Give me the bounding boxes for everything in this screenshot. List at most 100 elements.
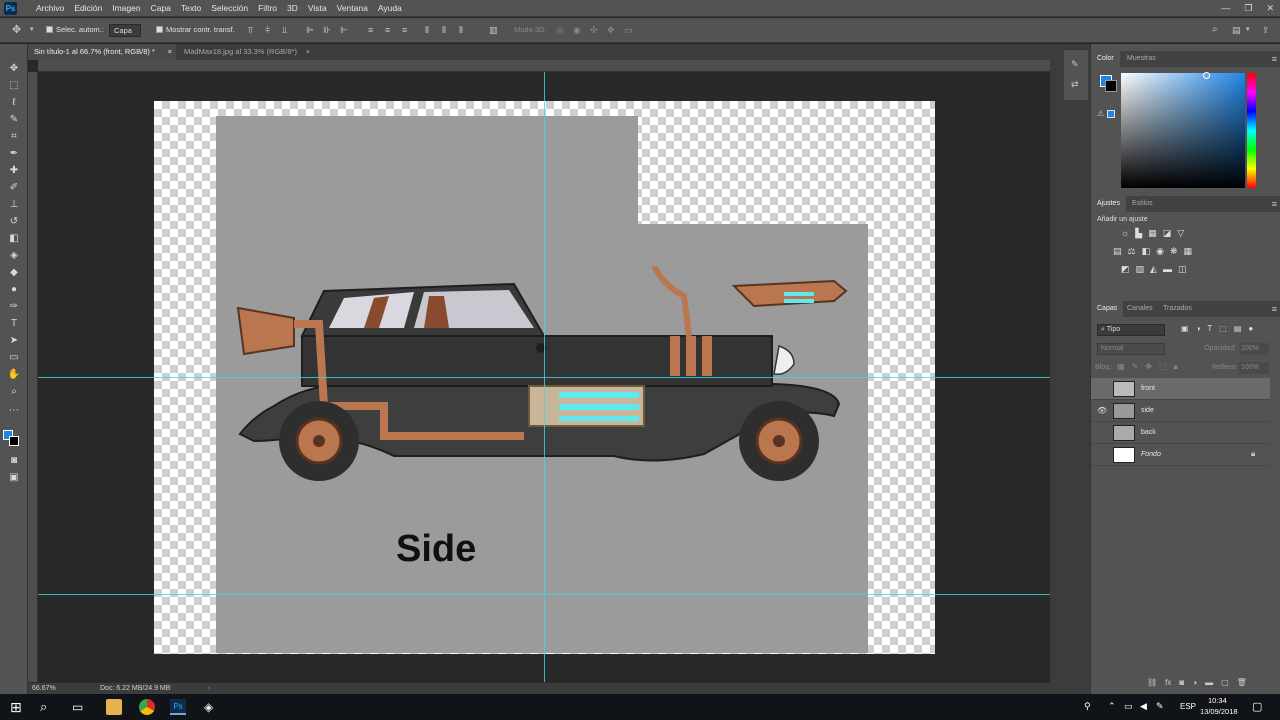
menu-filtro[interactable]: Filtro [253,0,282,17]
tab-ajustes[interactable]: Ajustes [1091,196,1126,212]
file-explorer-icon[interactable] [106,699,122,715]
curves-icon[interactable]: ▦ [1148,228,1157,239]
gradient-map-icon[interactable]: ▬ [1163,264,1172,275]
shape-tool-icon[interactable]: ▭ [7,351,21,365]
invert-icon[interactable]: ◩ [1121,264,1130,275]
volume-icon[interactable]: ◀ [1140,701,1147,712]
tab-estilos[interactable]: Estilos [1126,196,1159,212]
language-indicator[interactable]: ESP [1180,702,1196,711]
new-layer-icon[interactable]: ▢ [1221,678,1229,687]
blend-mode-dropdown[interactable]: Normal [1097,343,1165,355]
menu-seleccion[interactable]: Selección [206,0,253,17]
distribute-top-icon[interactable]: ≡ [368,24,373,36]
menu-edicion[interactable]: Edición [69,0,107,17]
lock-position-icon[interactable]: ✥ [1145,362,1152,372]
background-color-swatch[interactable] [1105,80,1117,92]
selective-color-icon[interactable]: ◫ [1178,264,1187,275]
menu-vista[interactable]: Vista [303,0,332,17]
paint-bucket-tool-icon[interactable]: ◈ [7,249,21,263]
opacity-field[interactable]: 100% [1239,343,1269,355]
dodge-tool-icon[interactable]: ● [7,283,21,297]
panel-menu-icon[interactable]: ≡ [1272,303,1277,315]
color-lookup-icon[interactable]: ▦ [1184,246,1193,257]
align-left-icon[interactable]: ⊫ [306,24,314,36]
filter-toggle-icon[interactable]: ● [1248,324,1253,333]
horizontal-guide[interactable] [38,594,1050,595]
mask-icon[interactable]: ◙ [1179,678,1184,687]
adjustment-filter-icon[interactable]: ◑ [1196,324,1201,333]
fx-icon[interactable]: fx [1165,678,1171,687]
levels-icon[interactable]: ▙ [1135,228,1142,239]
healing-tool-icon[interactable]: ✚ [7,164,21,178]
background-color-swatch[interactable] [9,436,19,446]
type-tool-icon[interactable]: T [7,317,21,331]
brightness-icon[interactable]: ☼ [1121,228,1129,239]
3d-pan-icon[interactable]: ✣ [590,24,598,36]
exposure-icon[interactable]: ◪ [1163,228,1172,239]
menu-imagen[interactable]: Imagen [107,0,145,17]
minimize-button[interactable]: — [1221,0,1230,17]
quick-select-tool-icon[interactable]: ✎ [7,113,21,127]
align-hcenter-icon[interactable]: ⊪ [323,24,331,36]
shape-filter-icon[interactable]: ⬚ [1219,324,1227,333]
app-taskbar-icon[interactable]: ◈ [204,699,220,715]
pixel-filter-icon[interactable]: ▣ [1181,324,1189,333]
close-icon[interactable]: × [306,44,310,60]
distribute-left-icon[interactable]: ⦀ [425,24,429,36]
tab-madmax18[interactable]: MadMax18.jpg al 33.3% (RGB/8*) × [178,44,314,60]
zoom-tool-icon[interactable]: ⌕ [7,385,21,399]
marquee-tool-icon[interactable]: ⬚ [7,79,21,93]
layer-filter-dropdown[interactable]: ⌕ Tipo [1097,324,1165,336]
pen-icon[interactable]: ✎ [1156,701,1164,712]
tray-chevron-icon[interactable]: ⌃ [1108,701,1116,712]
eraser-tool-icon[interactable]: ◧ [7,232,21,246]
share-icon[interactable]: ⇪ [1262,24,1270,36]
workspace-icon[interactable]: ▤ [1232,24,1241,36]
channel-mixer-icon[interactable]: ❋ [1170,246,1178,257]
close-icon[interactable]: × [168,44,172,60]
history-brush-tool-icon[interactable]: ↺ [7,215,21,229]
tab-canales[interactable]: Canales [1121,301,1159,317]
threshold-icon[interactable]: ◭ [1150,264,1157,275]
visibility-toggle[interactable] [1097,428,1106,437]
auto-align-icon[interactable]: ▥ [489,24,498,36]
restore-button[interactable]: ❐ [1244,0,1252,17]
panel-menu-icon[interactable]: ≡ [1272,198,1277,210]
lock-pixels-icon[interactable]: ✎ [1132,362,1139,372]
menu-capa[interactable]: Capa [146,0,176,17]
distribute-right-icon[interactable]: ⦀ [459,24,463,36]
eyedropper-tool-icon[interactable]: ✒ [7,147,21,161]
brush-tool-icon[interactable]: ✐ [7,181,21,195]
task-view-icon[interactable]: ▭ [72,699,88,715]
menu-ventana[interactable]: Ventana [332,0,373,17]
smart-object-filter-icon[interactable]: ▤ [1234,324,1242,333]
clock-date[interactable]: 13/09/2018 [1200,707,1238,716]
path-select-tool-icon[interactable]: ➤ [7,334,21,348]
chevron-down-icon[interactable]: ▾ [30,24,34,36]
color-picker-field[interactable] [1121,73,1245,188]
close-button[interactable]: ✕ [1266,0,1274,17]
show-transform-checkbox[interactable]: Mostrar contr. transf. [156,24,235,36]
layer-row-side[interactable]: 👁︎ side [1091,400,1270,422]
screen-mode-icon[interactable]: ▣ [7,471,21,485]
tab-capas[interactable]: Capas [1091,301,1124,317]
color-balance-icon[interactable]: ⚖ [1128,246,1136,257]
menu-texto[interactable]: Texto [176,0,206,17]
lock-transparent-icon[interactable]: ▦ [1117,362,1125,372]
hue-saturation-icon[interactable]: ▤ [1113,246,1122,257]
color-picker-cursor[interactable] [1203,72,1210,79]
properties-panel-icon[interactable]: ⇄ [1071,78,1079,90]
move-tool-icon[interactable]: ✥ [7,62,21,76]
lasso-tool-icon[interactable]: ℓ [7,96,21,110]
auto-select-checkbox[interactable]: Selec. autom.: [46,24,104,36]
tab-sin-titulo[interactable]: Sin título-1 al 66.7% (front, RGB/8) * × [28,44,176,60]
3d-scale-icon[interactable]: ▭ [624,24,633,36]
3d-slide-icon[interactable]: ✥ [607,24,615,36]
crop-tool-icon[interactable]: ⌗ [7,130,21,144]
blur-tool-icon[interactable]: ◆ [7,266,21,280]
link-layers-icon[interactable]: ⛓ [1147,678,1157,687]
align-right-icon[interactable]: ⊩ [340,24,348,36]
new-group-icon[interactable]: ▬ [1205,678,1213,687]
photoshop-taskbar-icon[interactable]: Ps [170,699,186,715]
trash-icon[interactable]: 🗑︎ [1237,678,1247,687]
